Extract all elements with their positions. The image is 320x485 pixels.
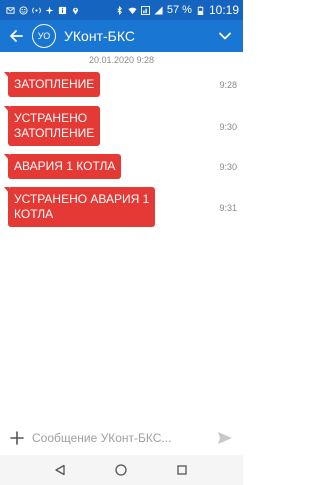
plus-icon xyxy=(10,431,24,445)
signal-icon xyxy=(154,5,163,15)
nav-recents-button[interactable] xyxy=(174,462,190,478)
info-icon xyxy=(58,6,67,15)
mail-icon xyxy=(6,6,15,15)
message-line: ЗАТОПЛЕНИЕ xyxy=(14,77,95,91)
message-line: КОТЛА xyxy=(14,207,54,221)
chevron-down-icon xyxy=(219,32,231,40)
nav-home-button[interactable] xyxy=(113,462,129,478)
battery-percent: 57 % xyxy=(166,4,192,16)
message-time: 9:28 xyxy=(219,80,237,90)
battery-icon xyxy=(196,5,205,15)
message-time: 9:30 xyxy=(219,162,237,172)
message-time: 9:30 xyxy=(219,122,237,132)
hotspot-icon xyxy=(32,6,41,15)
message-bubble[interactable]: ЗАТОПЛЕНИЕ xyxy=(3,72,101,97)
avatar-initials: УО xyxy=(37,31,51,41)
message-line: ЗАТОПЛЕНИЕ xyxy=(14,126,95,140)
date-separator: 20.01.2020 9:28 xyxy=(88,55,155,65)
message-bubble[interactable]: УСТРАНЕНО ЗАТОПЛЕНИЕ xyxy=(3,106,101,146)
message-line: УСТРАНЕНО xyxy=(14,111,88,125)
bluetooth-icon xyxy=(115,5,124,15)
send-icon xyxy=(218,432,232,444)
status-bar: 57 % 10:19 xyxy=(0,0,243,20)
app-bar: УО УКонт-БКС xyxy=(0,20,243,52)
smile-icon xyxy=(19,5,28,15)
triangle-back-icon xyxy=(55,464,65,476)
system-nav-bar xyxy=(0,455,243,485)
square-recents-icon xyxy=(177,465,187,475)
message-composer xyxy=(0,421,243,455)
add-attachment-button[interactable] xyxy=(6,427,28,449)
wifi-icon xyxy=(128,6,137,15)
nav-back-button[interactable] xyxy=(52,462,68,478)
message-line: УСТРАНЕНО АВАРИЯ 1 xyxy=(14,192,150,206)
message-time: 9:31 xyxy=(219,203,237,213)
system-indicators: 57 % 10:19 xyxy=(115,3,239,17)
message-bubble[interactable]: АВАРИЯ 1 КОТЛА xyxy=(3,154,122,179)
avatar[interactable]: УО xyxy=(32,24,56,48)
location-icon xyxy=(71,6,80,15)
message-input[interactable] xyxy=(32,427,210,449)
message-line: АВАРИЯ 1 КОТЛА xyxy=(14,159,116,173)
circle-home-icon xyxy=(115,464,127,476)
send-button[interactable] xyxy=(215,428,235,448)
page-title[interactable]: УКонт-БКС xyxy=(64,28,135,44)
status-clock: 10:19 xyxy=(208,3,239,17)
spark-icon xyxy=(45,5,54,15)
notification-icons xyxy=(6,3,80,17)
arrow-left-icon xyxy=(10,30,23,42)
back-button[interactable] xyxy=(4,24,28,48)
expand-button[interactable] xyxy=(213,24,237,48)
message-bubble[interactable]: УСТРАНЕНО АВАРИЯ 1 КОТЛА xyxy=(3,187,156,227)
lte-icon xyxy=(140,5,150,15)
